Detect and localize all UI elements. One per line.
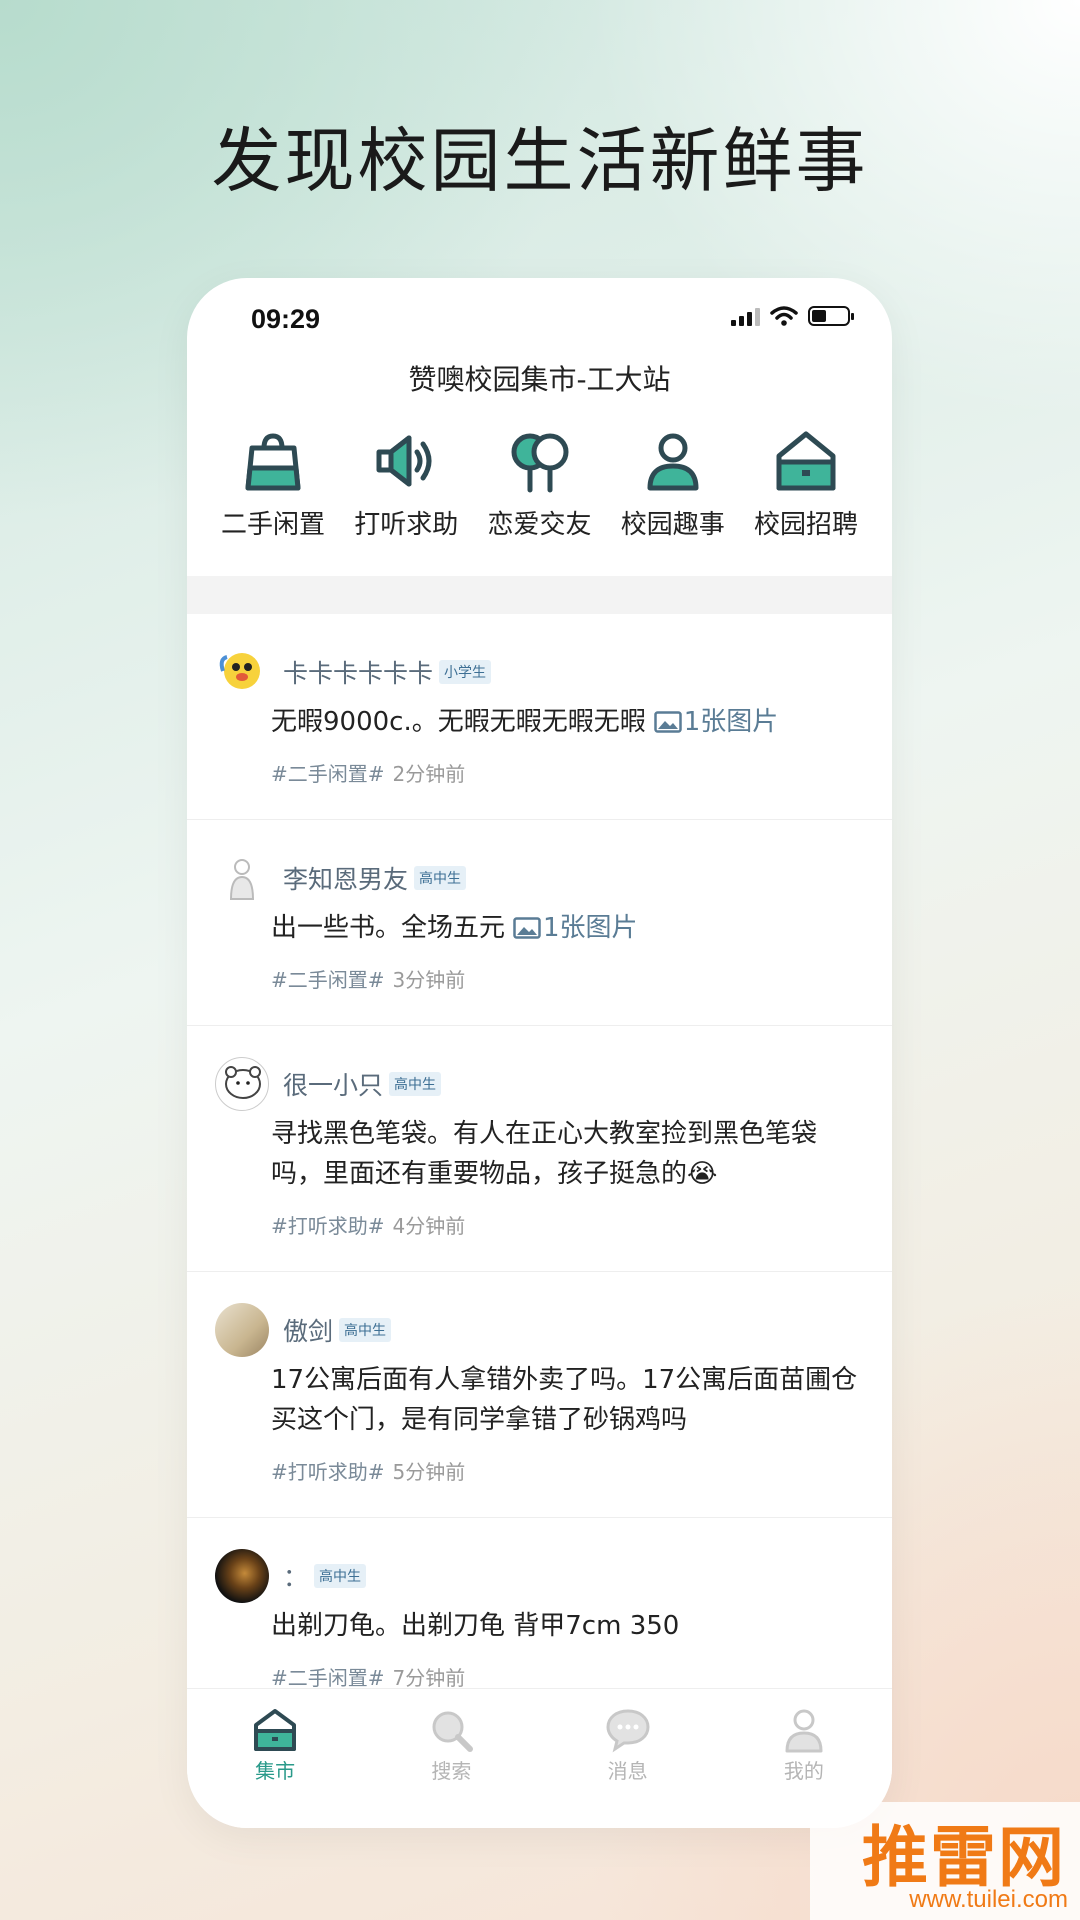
image-count: 1张图片 (683, 707, 779, 737)
watermark-url: www.tuilei.com (909, 1886, 1068, 1913)
post-content: 无暇9000c.。无暇无暇无暇无暇 (271, 707, 646, 737)
shopping-bag-icon (245, 433, 301, 491)
avatar[interactable] (215, 1303, 269, 1357)
post-tag[interactable]: #打听求助# (271, 1214, 385, 1238)
post-content: 17公寓后面有人拿错外卖了吗。17公寓后面苗圃仓买这个门，是有同学拿错了砂锅鸡吗 (271, 1365, 858, 1435)
person-icon (647, 433, 699, 491)
status-bar: 09:29 (187, 300, 892, 340)
avatar[interactable] (215, 851, 269, 905)
tab-market[interactable]: 集市 (215, 1707, 335, 1828)
post-text: 出一些书。全场五元 1张图片 (271, 908, 868, 948)
post-time: 5分钟前 (392, 1460, 466, 1484)
post-meta: #二手闲置# 7分钟前 (271, 1662, 868, 1691)
grade-badge: 小学生 (439, 660, 492, 684)
category-label: 恋爱交友 (487, 510, 592, 540)
username[interactable]: ： (283, 1558, 308, 1594)
post-time: 7分钟前 (392, 1666, 466, 1690)
post-time: 2分钟前 (392, 762, 466, 786)
post-feed: 卡卡卡卡卡卡 小学生 无暇9000c.。无暇无暇无暇无暇 1张图片 #二手闲置# 2… (187, 614, 892, 1724)
post-tag[interactable]: #二手闲置# (271, 1666, 385, 1690)
speaker-icon (376, 435, 432, 487)
grade-badge: 高中生 (414, 866, 467, 890)
profile-icon (785, 1709, 823, 1753)
category-dating[interactable]: 恋爱交友 (474, 428, 606, 541)
post-meta: #二手闲置# 3分钟前 (271, 964, 868, 993)
post-header: 卡卡卡卡卡卡 小学生 (215, 642, 868, 702)
post-tag[interactable]: #二手闲置# (271, 762, 385, 786)
status-time: 09:29 (251, 304, 321, 334)
post-item[interactable]: 李知恩男友 高中生 出一些书。全场五元 1张图片 #二手闲置# 3分钟前 (187, 820, 892, 1026)
status-icons (731, 306, 854, 326)
post-text: 无暇9000c.。无暇无暇无暇无暇 1张图片 (271, 702, 868, 742)
post-text: 出剃刀龟。出剃刀龟 背甲7cm 350 (271, 1606, 868, 1646)
avatar[interactable] (215, 1549, 269, 1603)
category-label: 校园趣事 (620, 510, 725, 540)
post-item[interactable]: 傲剑 高中生 17公寓后面有人拿错外卖了吗。17公寓后面苗圃仓买这个门，是有同学… (187, 1272, 892, 1518)
post-meta: #打听求助# 4分钟前 (271, 1210, 868, 1239)
promo-headline: 发现校园生活新鲜事 (211, 120, 869, 202)
post-tag[interactable]: #二手闲置# (271, 968, 385, 992)
category-label: 校园招聘 (753, 510, 858, 540)
category-jobs[interactable]: 校园招聘 (740, 428, 872, 541)
grade-badge: 高中生 (339, 1318, 392, 1342)
wifi-icon (770, 306, 798, 326)
post-content: 出一些书。全场五元 (271, 913, 506, 943)
username[interactable]: 李知恩男友 (283, 860, 408, 896)
tab-messages[interactable]: 消息 (568, 1707, 688, 1828)
tab-label: 我的 (783, 1759, 824, 1783)
signal-icon (731, 306, 760, 326)
image-count: 1张图片 (543, 913, 638, 943)
tab-label: 搜索 (431, 1759, 472, 1783)
tab-label: 消息 (607, 1759, 648, 1783)
phone-screen: 09:29 赞噢校园集市-工大站 二手闲置 打听求助 恋爱交友 校园趣事 校园招… (187, 278, 892, 1828)
avatar[interactable] (215, 645, 269, 699)
message-icon (606, 1709, 650, 1753)
post-item[interactable]: 很一小只 高中生 寻找黑色笔袋。有人在正心大教室捡到黑色笔袋吗，里面还有重要物品… (187, 1026, 892, 1272)
category-nav: 二手闲置 打听求助 恋爱交友 校园趣事 校园招聘 (207, 428, 872, 541)
post-header: 傲剑 高中生 (215, 1300, 868, 1360)
image-icon (513, 917, 541, 939)
category-secondhand[interactable]: 二手闲置 (207, 428, 339, 541)
tab-label: 集市 (255, 1759, 296, 1783)
image-link[interactable]: 1张图片 (513, 913, 638, 943)
post-meta: #二手闲置# 2分钟前 (271, 758, 868, 787)
market-icon (254, 1709, 297, 1751)
username[interactable]: 傲剑 (283, 1312, 333, 1348)
post-tag[interactable]: #打听求助# (271, 1460, 385, 1484)
category-help[interactable]: 打听求助 (340, 428, 472, 541)
post-header: 李知恩男友 高中生 (215, 848, 868, 908)
image-link[interactable]: 1张图片 (653, 707, 779, 737)
post-item[interactable]: 卡卡卡卡卡卡 小学生 无暇9000c.。无暇无暇无暇无暇 1张图片 #二手闲置# 2… (187, 614, 892, 820)
post-text: 寻找黑色笔袋。有人在正心大教室捡到黑色笔袋吗，里面还有重要物品，孩子挺急的😭 (271, 1114, 868, 1194)
username[interactable]: 很一小只 (283, 1066, 383, 1102)
balloons-icon (511, 433, 568, 493)
post-content: 出剃刀龟。出剃刀龟 背甲7cm 350 (271, 1611, 680, 1641)
grade-badge: 高中生 (389, 1072, 442, 1096)
category-label: 二手闲置 (220, 510, 325, 540)
search-icon (432, 1711, 474, 1752)
post-time: 4分钟前 (392, 1214, 466, 1238)
username[interactable]: 卡卡卡卡卡卡 (283, 654, 433, 690)
post-text: 17公寓后面有人拿错外卖了吗。17公寓后面苗圃仓买这个门，是有同学拿错了砂锅鸡吗 (271, 1360, 868, 1440)
post-content: 寻找黑色笔袋。有人在正心大教室捡到黑色笔袋吗，里面还有重要物品，孩子挺急的😭 (271, 1119, 818, 1189)
category-label: 打听求助 (354, 510, 459, 540)
category-fun[interactable]: 校园趣事 (607, 428, 739, 541)
post-time: 3分钟前 (392, 968, 466, 992)
tab-search[interactable]: 搜索 (391, 1707, 511, 1828)
battery-icon (808, 306, 854, 326)
app-title: 赞噢校园集市-工大站 (408, 363, 671, 396)
avatar[interactable] (215, 1057, 269, 1111)
watermark: 推雷网 www.tuilei.com (810, 1802, 1080, 1920)
image-icon (653, 711, 682, 733)
post-header: ： 高中生 (215, 1546, 868, 1606)
bottom-tabbar: 集市 搜索 消息 我的 (187, 1688, 892, 1828)
post-header: 很一小只 高中生 (215, 1054, 868, 1114)
post-meta: #打听求助# 5分钟前 (271, 1456, 868, 1485)
section-divider (187, 576, 892, 614)
house-icon (776, 431, 836, 491)
grade-badge: 高中生 (314, 1564, 367, 1588)
